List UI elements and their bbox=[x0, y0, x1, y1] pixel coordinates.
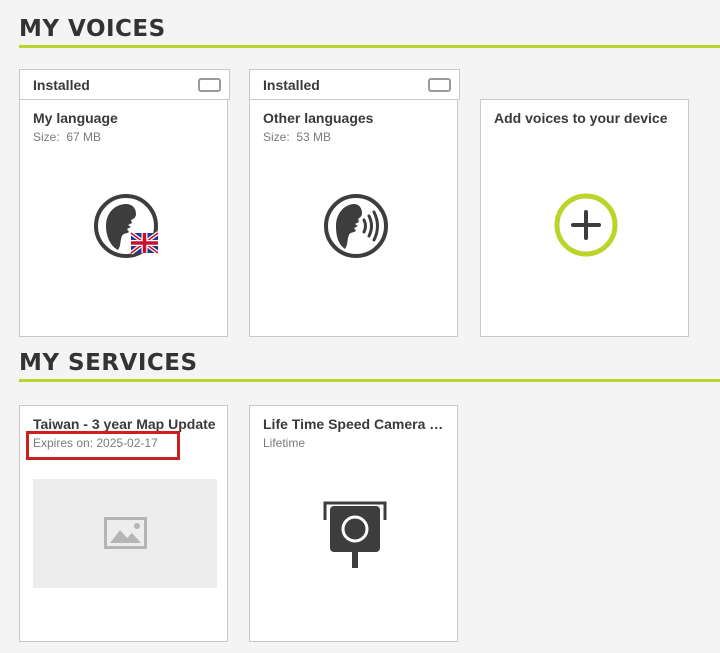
card-size: Size: 67 MB bbox=[33, 130, 102, 144]
add-voices-card[interactable]: Add voices to your device bbox=[480, 99, 689, 337]
card-title: Life Time Speed Camera Update bbox=[263, 416, 448, 432]
service-duration: Lifetime bbox=[263, 436, 306, 450]
add-circle-icon[interactable] bbox=[553, 192, 619, 258]
card-title: Taiwan - 3 year Map Update bbox=[33, 416, 216, 432]
installed-tab-other-languages[interactable]: Installed bbox=[249, 69, 460, 100]
image-placeholder bbox=[33, 479, 217, 588]
my-services-heading: MY SERVICES bbox=[19, 350, 198, 376]
voice-card-other-languages[interactable]: Other languages Size: 53 MB bbox=[249, 99, 458, 337]
card-title: My language bbox=[33, 110, 118, 126]
toggle-icon[interactable] bbox=[428, 78, 451, 92]
card-title: Add voices to your device bbox=[494, 110, 668, 126]
section-divider bbox=[19, 45, 720, 48]
card-size: Size: 53 MB bbox=[263, 130, 332, 144]
installed-label: Installed bbox=[33, 77, 90, 93]
service-card-speed-camera[interactable]: Life Time Speed Camera Update Lifetime bbox=[249, 405, 458, 642]
speaking-head-sound-icon bbox=[324, 194, 388, 258]
section-divider bbox=[19, 379, 720, 382]
installed-tab-my-language[interactable]: Installed bbox=[19, 69, 230, 100]
installed-label: Installed bbox=[263, 77, 320, 93]
my-voices-heading: MY VOICES bbox=[19, 16, 166, 42]
image-placeholder-icon bbox=[104, 517, 147, 549]
speaking-head-uk-flag-icon bbox=[94, 194, 160, 258]
speed-camera-icon bbox=[323, 501, 387, 568]
expiry-highlight-box bbox=[26, 431, 180, 460]
voice-card-my-language[interactable]: My language Size: 67 MB bbox=[19, 99, 228, 337]
toggle-icon[interactable] bbox=[198, 78, 221, 92]
card-title: Other languages bbox=[263, 110, 374, 126]
